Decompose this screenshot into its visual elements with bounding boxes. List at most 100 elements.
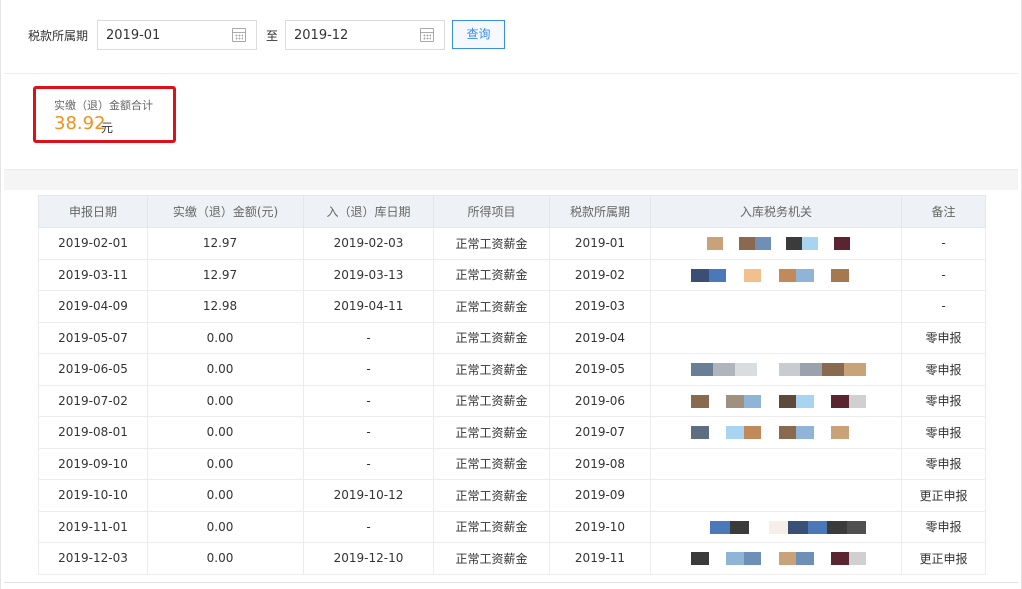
storage-date-cell: - <box>303 447 434 480</box>
declaration-date-cell: 2019-03-11 <box>38 258 148 291</box>
column-header: 备注 <box>901 195 986 228</box>
column-header: 入（退）库日期 <box>303 195 434 228</box>
redacted-blur <box>691 394 866 408</box>
declaration-date-cell: 2019-08-01 <box>38 416 148 449</box>
tax-period-cell: 2019-03 <box>549 290 651 323</box>
table-row: 2019-02-01 12.97 2019-02-03 正常工资薪金 2019-01 - <box>38 227 986 260</box>
declaration-date-cell: 2019-11-01 <box>38 510 148 543</box>
declaration-date-cell: 2019-02-01 <box>38 227 148 260</box>
tax-authority-cell <box>650 321 902 354</box>
tax-period-cell: 2019-06 <box>549 384 651 417</box>
income-item-cell: 正常工资薪金 <box>433 227 550 260</box>
income-item-cell: 正常工资薪金 <box>433 479 550 512</box>
start-period-value: 2019-01 <box>106 28 161 43</box>
table-row: 2019-06-05 0.00- 正常工资薪金 2019-05 零申报 <box>38 353 986 386</box>
redacted-blur <box>691 457 866 471</box>
tax-authority-cell <box>650 353 902 386</box>
amount-cell: 0.00 <box>147 447 304 480</box>
amount-cell: 12.98 <box>147 290 304 323</box>
declaration-date-cell: 2019-12-03 <box>38 542 148 575</box>
income-item-cell: 正常工资薪金 <box>433 510 550 543</box>
tax-period-cell: 2019-09 <box>549 479 651 512</box>
note-cell: 零申报 <box>901 353 986 386</box>
tax-period-cell: 2019-05 <box>549 353 651 386</box>
summary-unit: 元 <box>101 121 114 135</box>
table-row: 2019-03-11 12.97 2019-03-13 正常工资薪金 2019-02 - <box>38 258 986 291</box>
storage-date-cell: 2019-04-11 <box>303 290 434 323</box>
storage-date-cell: 2019-02-03 <box>303 227 434 260</box>
table-row: 2019-12-03 0.00 2019-12-10 正常工资薪金 2019-11 更正申… <box>38 542 986 575</box>
to-label: 至 <box>266 29 279 43</box>
note-cell: - <box>901 258 986 291</box>
table-row: 2019-07-02 0.00- 正常工资薪金 2019-06 零申报 <box>38 384 986 417</box>
tax-period-cell: 2019-07 <box>549 416 651 449</box>
declaration-date-cell: 2019-09-10 <box>38 447 148 480</box>
income-item-cell: 正常工资薪金 <box>433 447 550 480</box>
redacted-blur <box>691 300 866 313</box>
section-divider <box>4 170 1018 190</box>
note-cell: - <box>901 227 986 260</box>
redacted-blur <box>691 520 866 534</box>
column-header: 实缴（退）金额(元) <box>147 195 304 228</box>
amount-cell: 0.00 <box>147 416 304 449</box>
payment-table: 申报日期 实缴（退）金额(元) 入（退）库日期 所得项目 税款所属期 入库税务机… <box>38 195 986 575</box>
amount-cell: 0.00 <box>147 479 304 512</box>
redacted-blur <box>691 331 866 345</box>
declaration-date-cell: 2019-10-10 <box>38 479 148 512</box>
note-cell: 零申报 <box>901 416 986 449</box>
redacted-blur <box>691 489 866 502</box>
amount-cell: 0.00 <box>147 353 304 386</box>
income-item-cell: 正常工资薪金 <box>433 416 550 449</box>
tax-authority-cell <box>650 227 902 260</box>
tax-authority-cell <box>650 258 902 291</box>
tax-authority-cell <box>650 290 902 323</box>
amount-cell: 0.00 <box>147 510 304 543</box>
redacted-blur <box>691 426 866 439</box>
calendar-icon[interactable] <box>232 28 246 42</box>
income-item-cell: 正常工资薪金 <box>433 542 550 575</box>
storage-date-cell: - <box>303 384 434 417</box>
redacted-blur <box>691 363 866 376</box>
income-item-cell: 正常工资薪金 <box>433 258 550 291</box>
column-header: 入库税务机关 <box>650 195 902 228</box>
note-cell: 零申报 <box>901 321 986 354</box>
column-header: 所得项目 <box>433 195 550 228</box>
tax-period-cell: 2019-04 <box>549 321 651 354</box>
end-period-value: 2019-12 <box>294 28 349 43</box>
income-item-cell: 正常工资薪金 <box>433 353 550 386</box>
summary-title: 实缴（退）金额合计 <box>54 99 153 112</box>
storage-date-cell: 2019-03-13 <box>303 258 434 291</box>
start-period-input[interactable]: 2019-01 <box>97 20 257 50</box>
storage-date-cell: - <box>303 510 434 543</box>
storage-date-cell: - <box>303 416 434 449</box>
amount-cell: 0.00 <box>147 321 304 354</box>
calendar-icon[interactable] <box>420 28 434 42</box>
note-cell: 零申报 <box>901 384 986 417</box>
query-button[interactable]: 查询 <box>452 20 505 49</box>
summary-amount: 38.92 <box>54 113 106 134</box>
bottom-divider <box>4 582 1018 583</box>
column-header: 税款所属期 <box>549 195 651 228</box>
table-row: 2019-09-10 0.00- 正常工资薪金 2019-08 零申报 <box>38 447 986 480</box>
storage-date-cell: - <box>303 321 434 354</box>
tax-authority-cell <box>650 384 902 417</box>
tax-period-cell: 2019-11 <box>549 542 651 575</box>
redacted-blur <box>691 268 866 282</box>
storage-date-cell: 2019-10-12 <box>303 479 434 512</box>
tax-period-cell: 2019-10 <box>549 510 651 543</box>
table-row: 2019-05-07 0.00- 正常工资薪金 2019-04 零申报 <box>38 321 986 354</box>
table-row: 2019-10-10 0.00 2019-10-12 正常工资薪金 2019-09 更正申… <box>38 479 986 512</box>
note-cell: 零申报 <box>901 447 986 480</box>
end-period-input[interactable]: 2019-12 <box>285 20 445 50</box>
declaration-date-cell: 2019-04-09 <box>38 290 148 323</box>
period-label: 税款所属期 <box>28 29 89 43</box>
note-cell: 更正申报 <box>901 479 986 512</box>
column-header: 申报日期 <box>38 195 148 228</box>
amount-cell: 12.97 <box>147 258 304 291</box>
amount-cell: 0.00 <box>147 384 304 417</box>
table-row: 2019-11-01 0.00- 正常工资薪金 2019-10 零申报 <box>38 510 986 543</box>
redacted-blur <box>691 552 866 565</box>
tax-authority-cell <box>650 479 902 512</box>
income-item-cell: 正常工资薪金 <box>433 384 550 417</box>
income-item-cell: 正常工资薪金 <box>433 321 550 354</box>
